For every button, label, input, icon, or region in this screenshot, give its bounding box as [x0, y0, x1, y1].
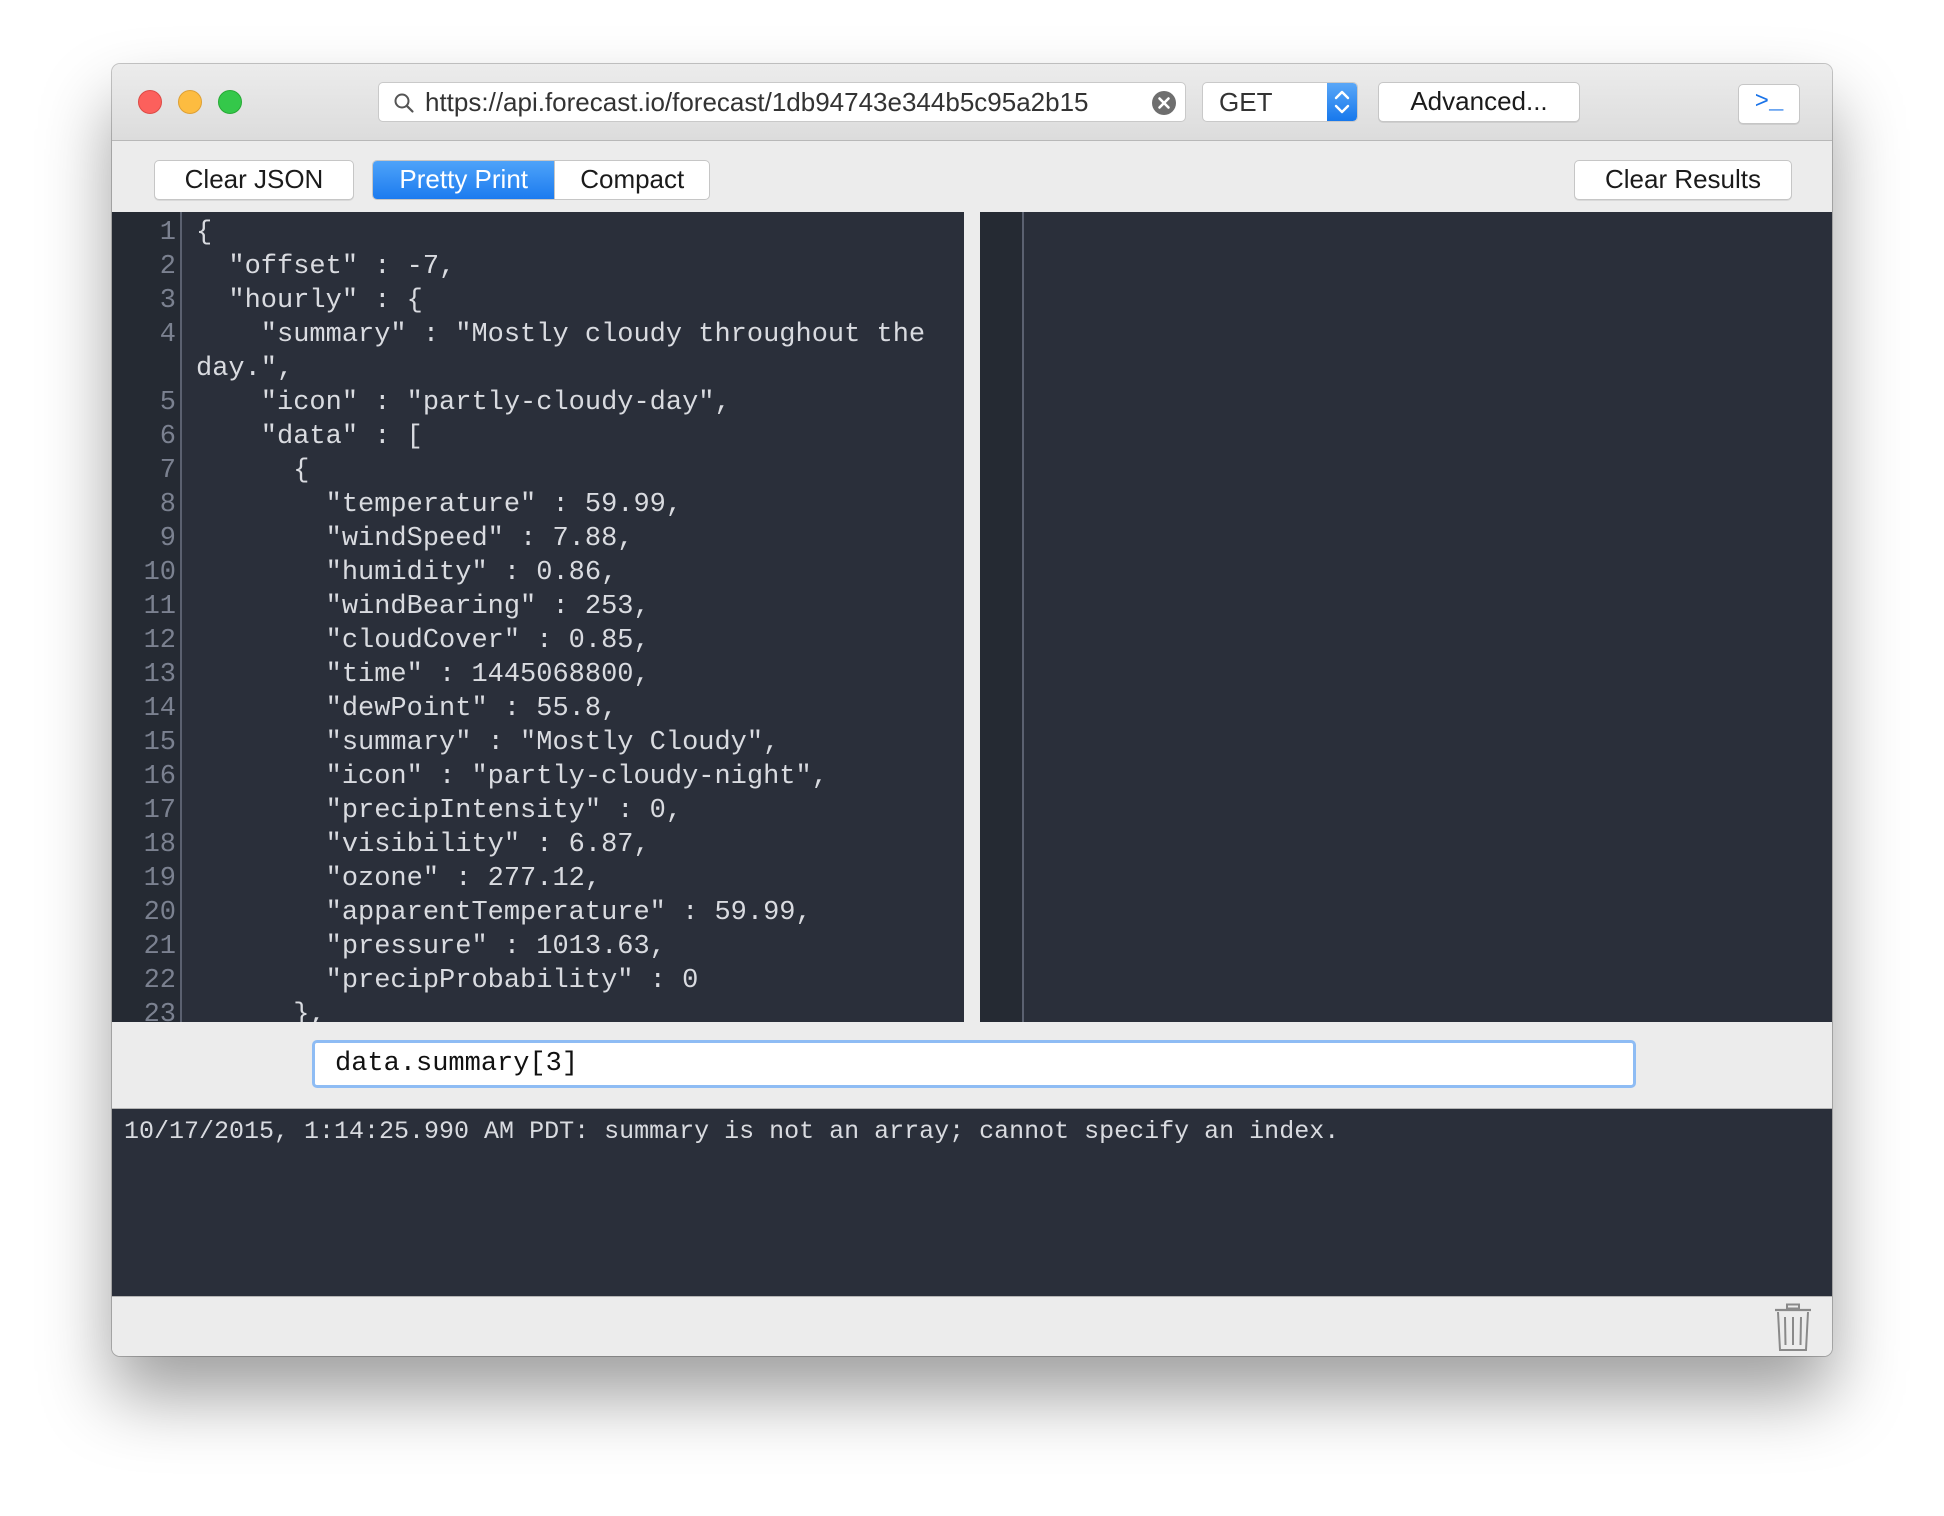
url-field-container — [378, 82, 1186, 122]
clear-icon[interactable] — [1151, 90, 1177, 116]
close-button[interactable] — [138, 90, 162, 114]
title-bar: GET Advanced... >_ — [112, 64, 1832, 141]
trash-icon[interactable] — [1772, 1303, 1814, 1353]
log-line: 10/17/2015, 1:14:25.990 AM PDT: summary … — [124, 1117, 1340, 1146]
log-console: 10/17/2015, 1:14:25.990 AM PDT: summary … — [112, 1108, 1832, 1296]
clear-json-button[interactable]: Clear JSON — [154, 160, 354, 200]
format-segmented-control: Pretty Print Compact — [372, 160, 710, 200]
query-area — [112, 1022, 1832, 1108]
search-icon — [394, 93, 414, 113]
terminal-button[interactable]: >_ — [1738, 84, 1800, 124]
line-numbers: 1 2 3 4 5 6 7 8 9 10 11 12 13 14 15 16 1… — [143, 218, 176, 1022]
advanced-button[interactable]: Advanced... — [1378, 82, 1580, 122]
results-gutter — [980, 212, 1024, 1022]
results-pane[interactable] — [980, 212, 1832, 1022]
json-code[interactable]: { "offset" : -7, "hourly" : { "summary" … — [196, 216, 956, 1022]
line-number-gutter: 1 2 3 4 5 6 7 8 9 10 11 12 13 14 15 16 1… — [112, 212, 182, 1022]
query-input[interactable] — [312, 1040, 1636, 1088]
json-editor[interactable]: 1 2 3 4 5 6 7 8 9 10 11 12 13 14 15 16 1… — [112, 212, 964, 1022]
compact-segment[interactable]: Compact — [554, 161, 709, 199]
pretty-print-segment[interactable]: Pretty Print — [373, 161, 555, 199]
app-window: GET Advanced... >_ Clear JSON Pretty Pri… — [112, 64, 1832, 1356]
zoom-button[interactable] — [218, 90, 242, 114]
chevron-updown-icon[interactable] — [1327, 83, 1357, 121]
bottom-bar — [112, 1296, 1832, 1356]
url-input[interactable] — [425, 86, 1145, 118]
split-divider[interactable] — [964, 212, 980, 1022]
minimize-button[interactable] — [178, 90, 202, 114]
http-method-select[interactable]: GET — [1202, 82, 1358, 122]
clear-results-button[interactable]: Clear Results — [1574, 160, 1792, 200]
http-method-label: GET — [1219, 87, 1273, 117]
